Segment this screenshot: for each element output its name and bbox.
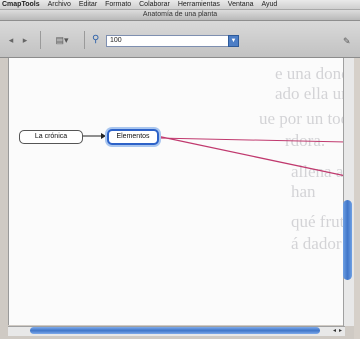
menu-colaborar[interactable]: Colaborar xyxy=(136,0,173,9)
concept-la-cronica[interactable]: La crónica xyxy=(19,130,83,144)
back-arrow-icon[interactable]: ◂ xyxy=(6,35,16,45)
window-edge xyxy=(354,58,360,339)
concept-elementos[interactable]: Elementos xyxy=(107,129,159,145)
menu-archivo[interactable]: Archivo xyxy=(45,0,74,9)
connection-lines xyxy=(82,133,346,177)
toolbar: ◂ ▸ ▤▾ ⚲ 100 ▼ ✎ xyxy=(0,21,360,58)
zoom-field[interactable]: 100 xyxy=(106,35,235,47)
menu-herramientas[interactable]: Herramientas xyxy=(175,0,223,9)
menu-cmaptools[interactable]: CmapTools xyxy=(0,0,43,9)
horizontal-scroll-thumb[interactable] xyxy=(30,327,320,334)
window-title: Anatomía de una planta xyxy=(0,10,360,21)
arrow-head-icon xyxy=(101,133,106,139)
edit-tool-icon[interactable]: ✎ xyxy=(343,36,351,47)
menu-bar: CmapTools Archivo Editar Formato Colabor… xyxy=(0,0,360,10)
vertical-scrollbar[interactable] xyxy=(343,58,354,326)
concept-map-canvas[interactable]: e una doncella exquis, una da ado ella u… xyxy=(8,58,346,325)
forward-arrow-icon[interactable]: ▸ xyxy=(20,35,30,45)
toolbar-divider xyxy=(84,31,85,49)
menu-ventana[interactable]: Ventana xyxy=(225,0,257,9)
selection-link-line xyxy=(156,135,346,177)
view-menu-icon[interactable]: ▤▾ xyxy=(54,35,70,45)
menu-formato[interactable]: Formato xyxy=(102,0,134,9)
scroll-right-arrow-icon[interactable]: ▸ xyxy=(339,327,342,334)
scroll-left-arrow-icon[interactable]: ◂ xyxy=(333,327,336,334)
zoom-icon[interactable]: ⚲ xyxy=(92,34,99,45)
chevron-down-icon[interactable]: ▼ xyxy=(228,35,239,47)
menu-editar[interactable]: Editar xyxy=(76,0,100,9)
toolbar-divider xyxy=(40,31,41,49)
vertical-scroll-thumb[interactable] xyxy=(343,200,352,280)
menu-ayuda[interactable]: Ayud xyxy=(258,0,280,9)
